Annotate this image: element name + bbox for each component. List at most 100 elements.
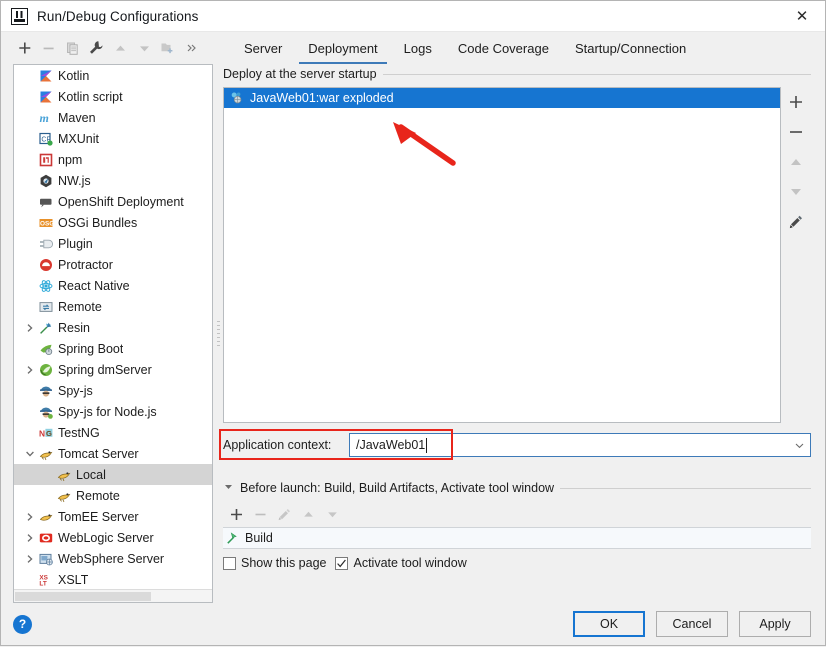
spring-dm-icon <box>38 362 54 378</box>
resin-icon <box>38 320 54 336</box>
tree-item-label: WebLogic Server <box>58 530 154 545</box>
before-launch-task-list[interactable]: Build <box>223 527 811 549</box>
artifacts-list[interactable]: JavaWeb01:war exploded <box>223 87 781 423</box>
tab-code-coverage[interactable]: Code Coverage <box>445 33 562 64</box>
tree-item-tomcat-server[interactable]: Tomcat Server <box>14 443 212 464</box>
move-up-button[interactable] <box>297 503 319 525</box>
tree-item-websphere-server[interactable]: WebSphere Server <box>14 548 212 569</box>
add-configuration-button[interactable] <box>13 37 35 59</box>
scrollbar-thumb[interactable] <box>15 592 151 601</box>
chevron-right-icon[interactable] <box>22 323 38 333</box>
remove-configuration-button[interactable] <box>37 37 59 59</box>
edit-artifact-button[interactable] <box>784 210 808 234</box>
folder-add-icon[interactable] <box>157 37 179 59</box>
tab-deployment[interactable]: Deployment <box>295 33 390 64</box>
tree-item-osgi-bundles[interactable]: OSGi OSGi Bundles <box>14 212 212 233</box>
deploy-group-title: Deploy at the server startup <box>223 67 377 81</box>
tree-item-openshift-deployment[interactable]: OpenShift Deployment <box>14 191 212 212</box>
tab-server[interactable]: Server <box>231 33 295 64</box>
activate-tool-window-checkbox[interactable]: Activate tool window <box>335 556 467 570</box>
tree-item-spring-dmserver[interactable]: Spring dmServer <box>14 359 212 380</box>
tree-item-plugin[interactable]: Plugin <box>14 233 212 254</box>
configurations-tree[interactable]: Kotlin Kotlin script m Maven CF MXUnit npm NW.j… <box>14 65 212 589</box>
add-task-button[interactable] <box>225 503 247 525</box>
add-artifact-button[interactable] <box>784 90 808 114</box>
triangle-down-icon[interactable] <box>223 481 234 495</box>
tree-item-remote[interactable]: Remote <box>14 296 212 317</box>
tree-item-protractor[interactable]: Protractor <box>14 254 212 275</box>
websphere-icon <box>38 551 54 567</box>
tomcat-icon <box>38 446 54 462</box>
chevron-right-icon[interactable] <box>22 512 38 522</box>
list-item[interactable]: JavaWeb01:war exploded <box>224 88 780 108</box>
tree-item-spring-boot[interactable]: Spring Boot <box>14 338 212 359</box>
move-down-button[interactable] <box>784 180 808 204</box>
arrow-up-icon[interactable] <box>109 37 131 59</box>
arrow-down-icon[interactable] <box>133 37 155 59</box>
move-up-button[interactable] <box>784 150 808 174</box>
tree-item-maven[interactable]: m Maven <box>14 107 212 128</box>
tree-item-label: OpenShift Deployment <box>58 194 184 209</box>
application-context-input[interactable]: /JavaWeb01 <box>349 433 811 457</box>
before-launch-title: Before launch: Build, Build Artifacts, A… <box>240 481 555 495</box>
tree-item-kotlin-script[interactable]: Kotlin script <box>14 86 212 107</box>
checkbox-box[interactable] <box>223 556 236 570</box>
chevron-right-icon[interactable] <box>22 533 38 543</box>
ok-button[interactable]: OK <box>573 611 645 637</box>
svg-text:OSGi: OSGi <box>40 220 53 227</box>
spy-js-icon <box>38 383 54 399</box>
remove-artifact-button[interactable] <box>784 120 808 144</box>
tree-horizontal-scrollbar[interactable] <box>14 589 212 602</box>
chevron-right-icon[interactable] <box>22 554 38 564</box>
artifacts-side-toolbar <box>781 87 811 423</box>
tree-item-label: TestNG <box>58 425 100 440</box>
tree-item-spy-js[interactable]: Spy-js <box>14 380 212 401</box>
tree-item-mxunit[interactable]: CF MXUnit <box>14 128 212 149</box>
list-item[interactable]: Build <box>223 528 811 548</box>
chevron-right-icon[interactable] <box>22 365 38 375</box>
chevron-down-icon[interactable] <box>22 449 38 459</box>
build-hammer-icon <box>225 530 241 546</box>
close-icon[interactable]: ✕ <box>779 1 825 32</box>
copy-icon[interactable] <box>61 37 83 59</box>
tree-item-weblogic-server[interactable]: WebLogic Server <box>14 527 212 548</box>
before-launch-toolbar <box>223 501 811 527</box>
tree-item-remote[interactable]: Remote <box>14 485 212 506</box>
tree-item-npm[interactable]: npm <box>14 149 212 170</box>
move-down-button[interactable] <box>321 503 343 525</box>
show-this-page-checkbox[interactable]: Show this page <box>223 556 326 570</box>
remove-task-button[interactable] <box>249 503 271 525</box>
chevron-double-right-icon[interactable] <box>181 37 203 59</box>
chevron-down-icon[interactable] <box>788 439 810 452</box>
apply-button[interactable]: Apply <box>739 611 811 637</box>
panel-splitter[interactable] <box>213 64 223 603</box>
tree-item-label: TomEE Server <box>58 509 139 524</box>
edit-task-button[interactable] <box>273 503 295 525</box>
task-label: Build <box>245 531 273 545</box>
before-launch-header[interactable]: Before launch: Build, Build Artifacts, A… <box>223 478 811 498</box>
help-icon[interactable]: ? <box>13 614 32 634</box>
tree-item-kotlin[interactable]: Kotlin <box>14 65 212 86</box>
tree-item-resin[interactable]: Resin <box>14 317 212 338</box>
tree-item-local[interactable]: Local <box>14 464 212 485</box>
cancel-button[interactable]: Cancel <box>656 611 728 637</box>
checkbox-box[interactable] <box>335 556 349 570</box>
tree-item-react-native[interactable]: React Native <box>14 275 212 296</box>
tree-item-nw-js[interactable]: NW.js <box>14 170 212 191</box>
application-context-row: Application context: /JavaWeb01 <box>219 429 811 460</box>
tree-item-tomee-server[interactable]: TomEE Server <box>14 506 212 527</box>
tab-logs[interactable]: Logs <box>391 33 445 64</box>
tomcat-icon <box>56 488 72 504</box>
tab-startup-connection[interactable]: Startup/Connection <box>562 33 699 64</box>
tree-item-label: Resin <box>58 320 90 335</box>
tree-item-label: XSLT <box>58 572 89 587</box>
tree-item-xslt[interactable]: XS LT XSLT <box>14 569 212 589</box>
tree-item-testng[interactable]: N G TestNG <box>14 422 212 443</box>
wrench-icon[interactable] <box>85 37 107 59</box>
tree-item-spy-js-for-node-js[interactable]: Spy-js for Node.js <box>14 401 212 422</box>
remote-icon <box>38 299 54 315</box>
react-native-icon <box>38 278 54 294</box>
svg-text:G: G <box>46 429 52 438</box>
tree-item-label: Kotlin script <box>58 89 123 104</box>
artifact-icon <box>229 90 245 106</box>
